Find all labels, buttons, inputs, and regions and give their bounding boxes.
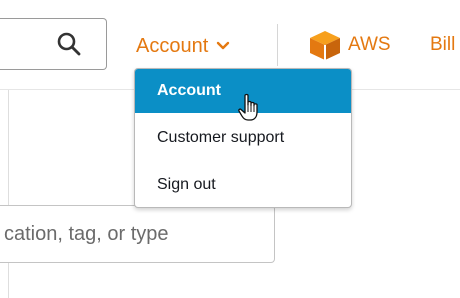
resource-filter-input[interactable] [0, 205, 275, 263]
menu-item-label: Sign out [157, 176, 216, 193]
menu-item-label: Customer support [157, 129, 285, 146]
search-box[interactable] [0, 18, 107, 70]
account-menu-label: Account [136, 34, 209, 57]
billing-link[interactable]: Bill [430, 30, 455, 60]
aws-label: AWS [348, 34, 391, 55]
account-menu-button[interactable]: Account [136, 31, 230, 61]
hand-pointer-cursor-icon [238, 93, 258, 121]
search-icon[interactable] [56, 31, 82, 57]
menu-item-label: Account [157, 82, 221, 99]
menu-item-sign-out[interactable]: Sign out [135, 163, 351, 207]
content-border [8, 90, 9, 298]
account-dropdown-menu: Account Customer support Sign out [134, 68, 352, 208]
aws-cube-icon [310, 31, 340, 60]
billing-label: Bill [430, 34, 456, 55]
nav-divider [277, 24, 278, 66]
aws-services-link[interactable]: AWS [308, 30, 391, 60]
chevron-down-icon [217, 41, 230, 50]
